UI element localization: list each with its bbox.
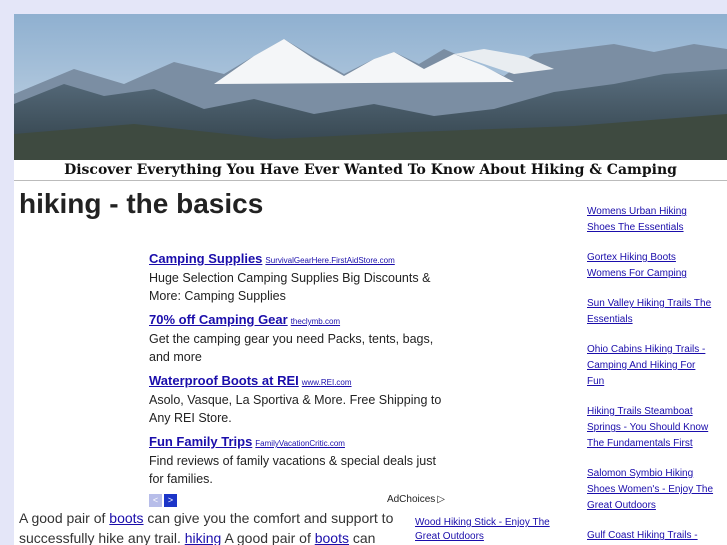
ad-description: Asolo, Vasque, La Sportiva & More. Free … xyxy=(149,393,442,425)
sidebar-link[interactable]: Gortex Hiking Boots Womens For Camping xyxy=(587,250,715,282)
sidebar-link[interactable]: Salomon Symbio Hiking Shoes Women's - En… xyxy=(587,466,715,514)
sidebar-link[interactable]: Ohio Cabins Hiking Trails - Camping And … xyxy=(587,342,715,390)
body-text: can xyxy=(348,530,376,545)
page-title: hiking - the basics xyxy=(19,188,264,219)
related-links: Wood Hiking Stick - Enjoy The Great Outd… xyxy=(415,516,565,544)
ad-url-link[interactable]: SurvivalGearHere.FirstAidStore.com xyxy=(265,256,394,265)
page: Discover Everything You Have Ever Wanted… xyxy=(14,14,727,545)
divider xyxy=(14,180,727,181)
ad-url-link[interactable]: FamilyVacationCritic.com xyxy=(255,439,345,448)
body-text: A good pair of xyxy=(19,510,110,526)
site-tagline: Discover Everything You Have Ever Wanted… xyxy=(64,162,677,178)
ad-title-link[interactable]: Fun Family Trips xyxy=(149,434,252,449)
related-link[interactable]: Wood Hiking Stick - Enjoy The Great Outd… xyxy=(415,516,565,544)
mountain-banner-image xyxy=(14,14,727,160)
sidebar-links: Womens Urban Hiking Shoes The Essentials… xyxy=(587,204,715,545)
ad-prev-button[interactable]: < xyxy=(149,494,162,507)
body-text: A good pair of xyxy=(221,530,315,545)
ad-block: Camping Supplies SurvivalGearHere.FirstAi… xyxy=(149,250,445,512)
adchoices-label: AdChoices xyxy=(386,494,436,505)
sidebar-link[interactable]: Sun Valley Hiking Trails The Essentials xyxy=(587,296,715,328)
ad-title-link[interactable]: Waterproof Boots at REI xyxy=(149,373,299,388)
hiking-link[interactable]: hiking xyxy=(185,530,222,545)
ad-title-link[interactable]: Camping Supplies xyxy=(149,251,262,266)
ad-url-link[interactable]: www.REI.com xyxy=(302,378,352,387)
ad-description: Huge Selection Camping Supplies Big Disc… xyxy=(149,271,431,303)
ad-description: Find reviews of family vacations & speci… xyxy=(149,454,436,486)
sidebar-link[interactable]: Gulf Coast Hiking Trails - xyxy=(587,528,715,544)
ad-item: 70% off Camping Gear theclymb.com Get the… xyxy=(149,311,445,366)
ad-next-button[interactable]: > xyxy=(164,494,177,507)
ad-description: Get the camping gear you need Packs, ten… xyxy=(149,332,434,364)
article-body: A good pair of boots can give you the co… xyxy=(19,508,399,545)
ad-url-link[interactable]: theclymb.com xyxy=(291,317,340,326)
ad-item: Camping Supplies SurvivalGearHere.FirstAi… xyxy=(149,250,445,305)
boots-link[interactable]: boots xyxy=(109,510,143,526)
sidebar-link[interactable]: Hiking Trails Steamboat Springs - You Sh… xyxy=(587,404,715,452)
ad-item: Waterproof Boots at REI www.REI.com Asolo… xyxy=(149,372,445,427)
adchoices-link[interactable]: AdChoices ▷ xyxy=(387,494,445,505)
ad-title-link[interactable]: 70% off Camping Gear xyxy=(149,312,288,327)
sidebar-link[interactable]: Womens Urban Hiking Shoes The Essentials xyxy=(587,204,715,236)
ad-item: Fun Family Trips FamilyVacationCritic.com… xyxy=(149,433,445,488)
boots-link[interactable]: boots xyxy=(315,530,349,545)
adchoices-triangle-icon: ▷ xyxy=(437,494,445,505)
